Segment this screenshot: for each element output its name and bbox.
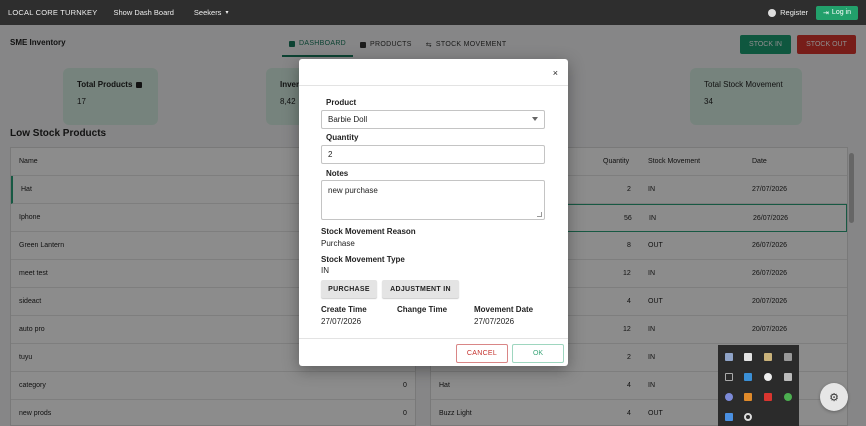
reason-label: Stock Movement Reason: [321, 227, 416, 236]
seekers-label: Seekers: [193, 8, 222, 17]
tray-app-icon[interactable]: [784, 373, 792, 381]
cancel-button[interactable]: CANCEL: [456, 344, 508, 363]
tray-app-icon[interactable]: [784, 393, 792, 401]
quantity-label: Quantity: [326, 133, 359, 142]
adjustment-in-chip[interactable]: ADJUSTMENT IN: [382, 280, 459, 298]
user-icon: [768, 8, 777, 17]
close-icon[interactable]: ×: [553, 68, 558, 78]
modal-footer-divider: [299, 338, 568, 339]
product-value: Barbie Doll: [328, 115, 368, 124]
movement-date-value: 27/07/2026: [474, 317, 515, 326]
show-dashboard-link[interactable]: Show Dash Board: [113, 8, 173, 17]
tray-app-icon[interactable]: [725, 353, 733, 361]
register-link[interactable]: Register: [768, 8, 808, 17]
login-icon: ⇥: [823, 9, 829, 17]
product-label: Product: [326, 98, 357, 107]
tray-app-icon[interactable]: [725, 393, 733, 401]
type-value: IN: [321, 266, 329, 275]
login-label: Log in: [831, 9, 851, 16]
modal-header-divider: [299, 85, 568, 86]
login-button[interactable]: ⇥ Log in: [816, 5, 858, 20]
tray-app-icon[interactable]: [764, 353, 772, 361]
settings-gear-icon[interactable]: ⚙: [820, 383, 848, 411]
tray-app-icon[interactable]: [764, 393, 772, 401]
chevron-down-icon: [532, 117, 538, 121]
register-label: Register: [780, 8, 809, 17]
create-time-label: Create Time: [321, 305, 367, 314]
notes-textarea[interactable]: new purchase: [321, 180, 545, 220]
create-time-value: 27/07/2026: [321, 317, 362, 326]
brand-link[interactable]: LOCAL CORE TURNKEY: [8, 8, 97, 17]
tray-app-icon[interactable]: [744, 353, 752, 361]
resize-grip-icon[interactable]: [537, 212, 542, 217]
seekers-dropdown[interactable]: Seekers ▾: [194, 8, 229, 17]
tray-app-icon[interactable]: [764, 373, 772, 381]
type-label: Stock Movement Type: [321, 255, 405, 264]
product-select[interactable]: Barbie Doll: [321, 110, 545, 129]
chevron-down-icon: ▾: [225, 10, 229, 16]
quantity-input[interactable]: 2: [321, 145, 545, 164]
system-tray-popup: [718, 345, 799, 426]
stock-movement-modal: × Product Barbie Doll Quantity 2 Notes n…: [299, 59, 568, 366]
tray-app-icon[interactable]: [725, 413, 733, 421]
tray-app-icon[interactable]: [744, 373, 752, 381]
purchase-chip[interactable]: PURCHASE: [321, 280, 377, 298]
tray-app-icon[interactable]: [784, 353, 792, 361]
top-navbar: LOCAL CORE TURNKEY Show Dash Board Seeke…: [0, 0, 866, 25]
notes-label: Notes: [326, 169, 349, 178]
change-time-label: Change Time: [397, 305, 448, 314]
movement-date-label: Movement Date: [474, 305, 534, 314]
notes-value: new purchase: [328, 186, 378, 195]
quantity-value: 2: [328, 150, 333, 159]
tray-app-icon[interactable]: [744, 393, 752, 401]
tray-app-icon[interactable]: [744, 413, 752, 421]
ok-button[interactable]: OK: [512, 344, 564, 363]
reason-value: Purchase: [321, 239, 355, 248]
tray-app-icon[interactable]: [725, 373, 733, 381]
